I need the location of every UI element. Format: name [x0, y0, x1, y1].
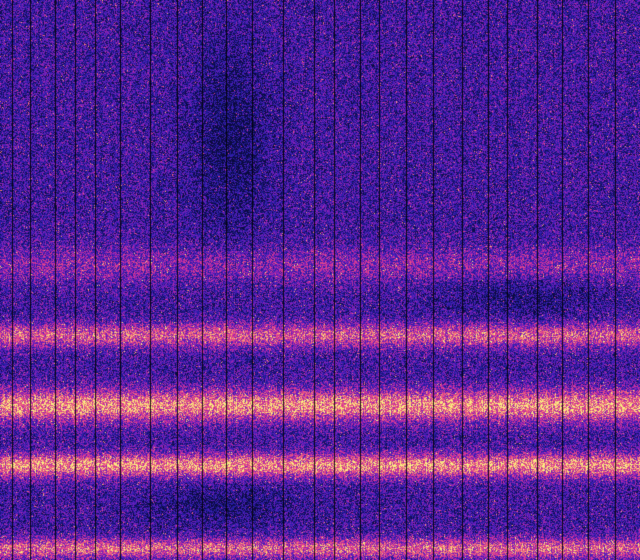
spectrogram-image: [0, 0, 640, 560]
spectrogram-view: [0, 0, 640, 560]
